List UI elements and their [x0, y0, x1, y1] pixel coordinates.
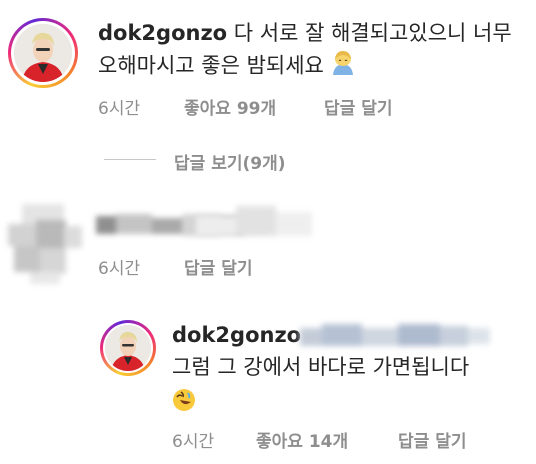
mention-link[interactable] [300, 322, 492, 350]
reply-button[interactable]: 답글 달기 [324, 99, 392, 119]
comment-text: 그럼 그 강에서 바다로 가면됩니다 [172, 355, 470, 379]
likes-count[interactable]: 좋아요 99개 [184, 99, 276, 119]
avatar[interactable] [4, 200, 84, 286]
reply-button[interactable]: 답글 달기 [184, 259, 252, 279]
comment-item: dok2gonzo 그럼 그 강에서 바다로 가면됩니다 6시간 좋아요 14개… [0, 310, 536, 464]
divider [104, 159, 156, 160]
avatar[interactable] [100, 320, 156, 376]
view-replies-row[interactable]: 답글 보기(9개) [0, 140, 536, 180]
likes-count[interactable]: 좋아요 14개 [256, 432, 348, 452]
comment-username[interactable]: dok2gonzo [172, 323, 301, 347]
comment-item: dok2gonzo 다 서로 잘 해결되고있으니 너무 오해마시고 좋은 밤되세… [0, 0, 536, 130]
comment-username[interactable]: dok2gonzo [98, 21, 227, 45]
comment-item: 6시간 답글 달기 [0, 190, 536, 300]
comment-timestamp: 6시간 [98, 99, 141, 119]
comment-timestamp: 6시간 [172, 432, 215, 452]
comment-timestamp: 6시간 [98, 259, 141, 279]
person-bowing-emoji [331, 49, 355, 84]
comment-text: 오해마시고 좋은 밤되세요 [98, 53, 324, 78]
profile-photo [14, 24, 72, 82]
view-replies-link[interactable]: 답글 보기(9개) [174, 154, 286, 174]
reply-button[interactable]: 답글 달기 [398, 432, 466, 452]
profile-photo [105, 325, 151, 371]
rolling-on-floor-laughing-emoji [172, 388, 196, 412]
avatar[interactable] [8, 18, 78, 88]
comment-text: 다 서로 잘 해결되고있으니 너무 [233, 21, 512, 45]
comment-text [196, 204, 314, 240]
